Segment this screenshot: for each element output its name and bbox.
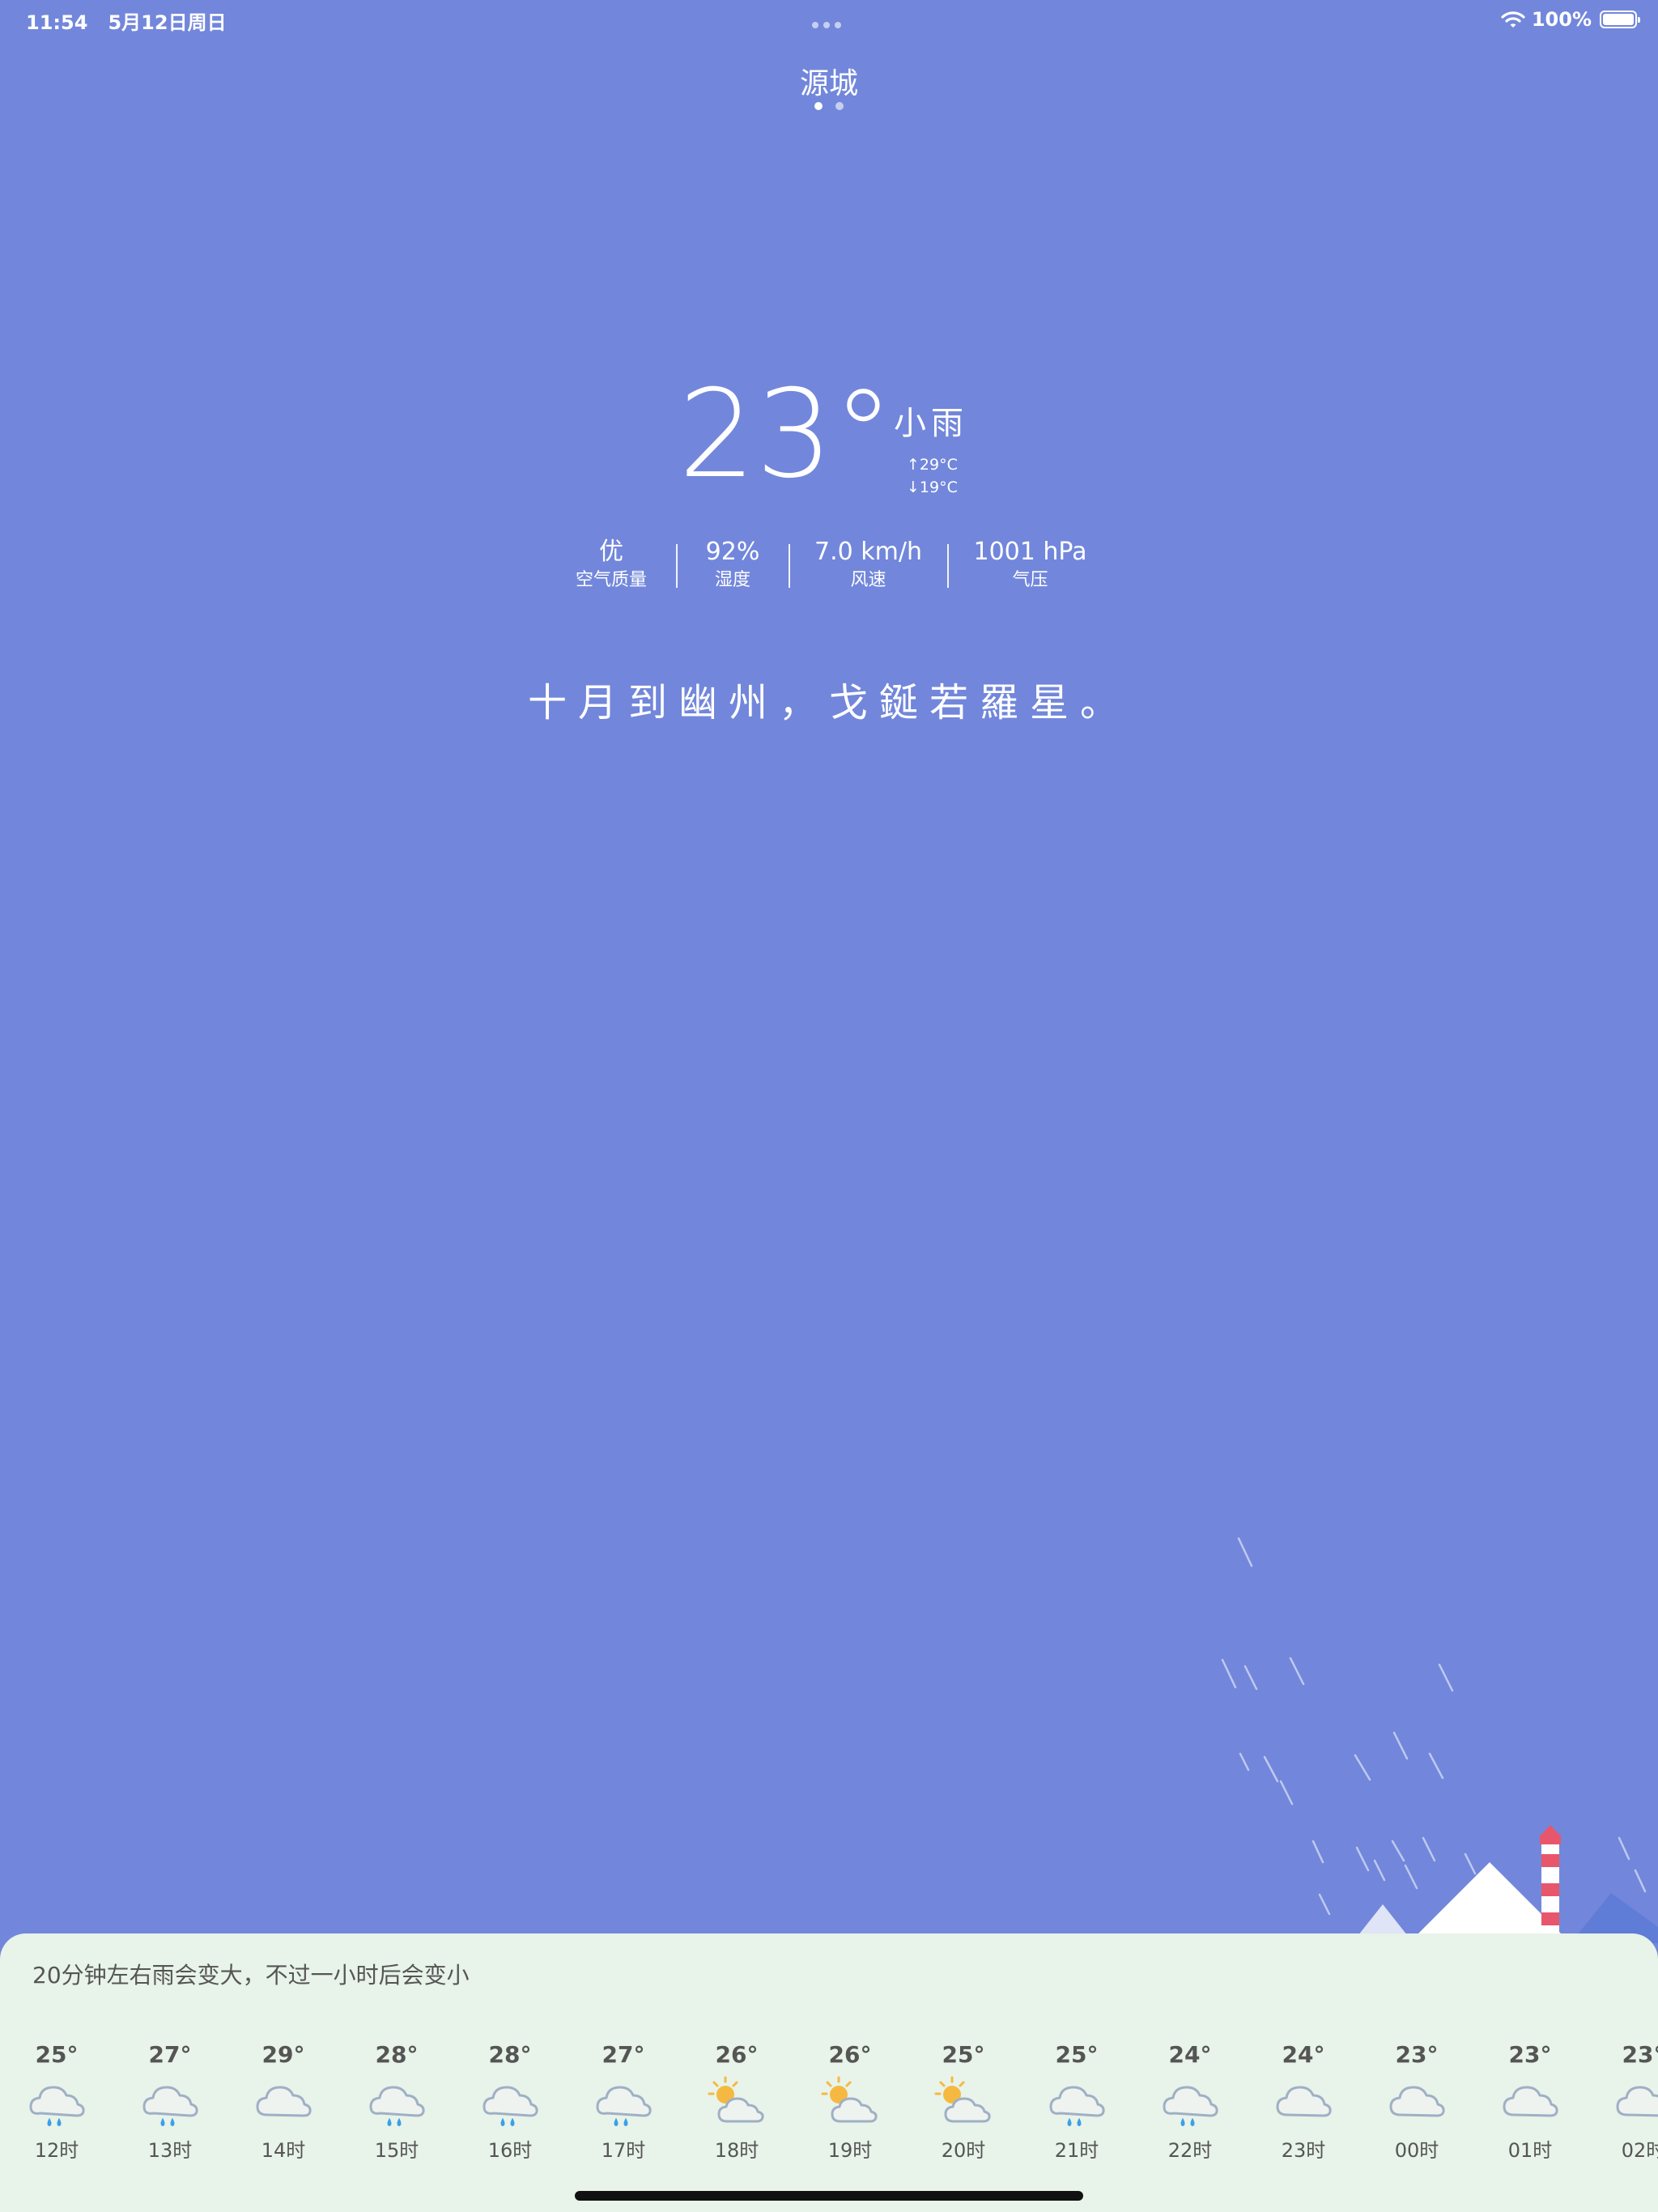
- hour-temperature: 28°: [488, 2041, 532, 2068]
- status-bar: 11:54 5月12日周日 100%: [0, 0, 1658, 39]
- home-indicator[interactable]: [575, 2191, 1083, 2201]
- rain-icon: [483, 2086, 538, 2127]
- multitasking-dots-icon[interactable]: [812, 16, 846, 28]
- hourly-forecast-item: 26° 18时: [680, 2040, 793, 2163]
- air-quality-value: 优: [599, 538, 623, 566]
- hour-label: 14时: [261, 2139, 306, 2162]
- low-temperature: ↓19°C: [907, 479, 958, 496]
- hour-label: 18时: [714, 2139, 759, 2162]
- cloud-icon: [1503, 2086, 1558, 2117]
- rain-icon: [596, 2086, 652, 2127]
- humidity-value: 92%: [705, 538, 760, 566]
- hour-temperature: 25°: [942, 2041, 985, 2068]
- hour-label: 22时: [1167, 2139, 1213, 2162]
- status-indicators: 100%: [1501, 6, 1640, 32]
- wind-speed-value: 7.0 km/h: [814, 538, 922, 566]
- rain-icon: [369, 2086, 425, 2127]
- page-dot[interactable]: [835, 102, 844, 110]
- page-dot-current[interactable]: [814, 102, 823, 110]
- hourly-forecast-item: 28° 15时: [340, 2040, 453, 2163]
- hour-label: 15时: [374, 2139, 419, 2162]
- hourly-forecast-item: 27° 13时: [113, 2040, 227, 2163]
- page-indicator[interactable]: [814, 102, 844, 110]
- cloud-icon: [256, 2086, 312, 2117]
- hourly-forecast-item: 23° 01时: [1473, 2040, 1587, 2163]
- hour-temperature: 27°: [148, 2041, 192, 2068]
- hourly-forecast-item: 27° 17时: [567, 2040, 680, 2163]
- hour-label: 13时: [147, 2139, 193, 2162]
- rain-lighthouse-illustration: [1221, 1537, 1658, 1943]
- hourly-forecast-item: 25° 12时: [0, 2040, 113, 2163]
- stat-wind-speed: 7.0 km/h 风速: [801, 538, 935, 593]
- hourly-forecast-item: 23° 00时: [1360, 2040, 1473, 2163]
- status-time: 11:54: [26, 11, 88, 34]
- hour-label: 01时: [1507, 2139, 1553, 2162]
- cloud-icon: [1276, 2086, 1332, 2117]
- hour-temperature: 23°: [1395, 2041, 1439, 2068]
- lighthouse-icon: [1540, 1825, 1561, 1943]
- hour-label: 21时: [1054, 2139, 1099, 2162]
- hour-label: 19时: [827, 2139, 873, 2162]
- cloud-icon: [1389, 2086, 1445, 2117]
- hourly-forecast-item: 23° 02时: [1587, 2040, 1658, 2163]
- poem-quote: 十月到幽州，戈鋋若羅星。: [527, 680, 1130, 725]
- hour-temperature: 23°: [1508, 2041, 1552, 2068]
- status-date: 5月12日周日: [108, 11, 227, 34]
- battery-percentage: 100%: [1531, 8, 1592, 31]
- hour-temperature: 23°: [1622, 2041, 1658, 2068]
- hour-temperature: 25°: [35, 2041, 79, 2068]
- wifi-icon: [1501, 11, 1525, 28]
- wind-speed-label: 风速: [850, 570, 886, 590]
- hour-temperature: 24°: [1282, 2041, 1325, 2068]
- hour-label: 00时: [1394, 2139, 1439, 2162]
- pressure-value: 1001 hPa: [973, 538, 1087, 566]
- hourly-forecast-item: 26° 19时: [793, 2040, 907, 2163]
- hourly-forecast-item: 24° 23时: [1247, 2040, 1360, 2163]
- rain-icon: [1163, 2086, 1218, 2127]
- stat-pressure: 1001 hPa 气压: [963, 538, 1097, 593]
- hour-label: 16时: [487, 2139, 533, 2162]
- rain-icon: [1049, 2086, 1105, 2127]
- partly-cloudy-icon: [934, 2076, 991, 2123]
- status-time-date: 11:54 5月12日周日: [26, 6, 227, 35]
- hour-label: 23时: [1281, 2139, 1326, 2162]
- hour-temperature: 24°: [1168, 2041, 1212, 2068]
- stat-air-quality: 优 空气质量: [563, 538, 660, 593]
- hourly-forecast-panel[interactable]: 20分钟左右雨会变大，不过一小时后会变小 25° 12时 27° 13时 29° 14时 2…: [0, 1933, 1658, 2212]
- rain-icon: [142, 2086, 198, 2127]
- air-quality-label: 空气质量: [575, 570, 647, 590]
- hour-temperature: 29°: [261, 2041, 305, 2068]
- partly-cloudy-icon: [708, 2076, 764, 2123]
- hour-label: 02时: [1621, 2139, 1658, 2162]
- hourly-forecast-item: 28° 16时: [453, 2040, 567, 2163]
- hour-temperature: 26°: [828, 2041, 872, 2068]
- weather-condition: 小雨: [894, 405, 968, 442]
- stat-divider: [947, 544, 949, 588]
- partly-cloudy-icon: [821, 2076, 878, 2123]
- rain-icon: [29, 2086, 85, 2127]
- hourly-forecast-item: 29° 14时: [227, 2040, 340, 2163]
- hourly-forecast-item: 25° 20时: [907, 2040, 1020, 2163]
- hour-label: 17时: [601, 2139, 646, 2162]
- stat-divider: [676, 544, 678, 588]
- current-temperature: 23°: [678, 364, 894, 505]
- hourly-forecast-item: 24° 22时: [1133, 2040, 1247, 2163]
- battery-icon: [1600, 11, 1640, 28]
- cloud-icon: [1616, 2086, 1658, 2117]
- humidity-label: 湿度: [714, 570, 750, 590]
- hour-temperature: 26°: [715, 2041, 759, 2068]
- city-name[interactable]: 源城: [0, 60, 1658, 102]
- stat-humidity: 92% 湿度: [688, 538, 777, 593]
- high-temperature: ↑29°C: [907, 456, 958, 474]
- forecast-note: 20分钟左右雨会变大，不过一小时后会变小: [32, 1962, 470, 1989]
- hour-label: 20时: [941, 2139, 986, 2162]
- hour-label: 12时: [34, 2139, 79, 2162]
- pressure-label: 气压: [1012, 570, 1048, 590]
- hour-temperature: 25°: [1055, 2041, 1099, 2068]
- hour-temperature: 27°: [602, 2041, 645, 2068]
- stat-divider: [789, 544, 790, 588]
- hourly-forecast-item: 25° 21时: [1020, 2040, 1133, 2163]
- hour-temperature: 28°: [375, 2041, 419, 2068]
